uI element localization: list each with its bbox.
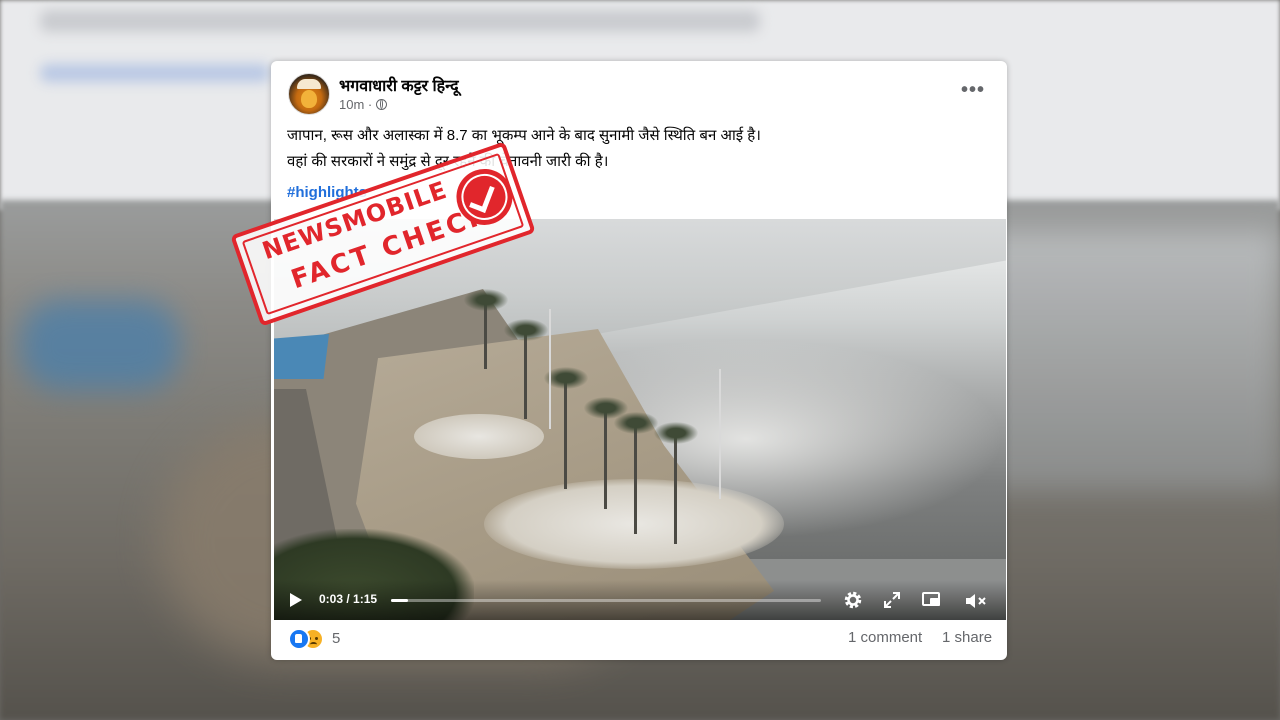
- reaction-count[interactable]: 5: [332, 630, 340, 647]
- post-card: भगवाधारी कट्टर हिन्दू 10m · ••• जापान, र…: [271, 61, 1007, 660]
- video-controls: 0:03 / 1:15: [274, 580, 1006, 620]
- video-palm-trunk: [634, 424, 637, 534]
- video-time: 0:03 / 1:15: [319, 592, 378, 606]
- video-palm-frond: [654, 422, 698, 444]
- background-blurred-link: [40, 64, 270, 82]
- picture-in-picture-icon[interactable]: [922, 592, 940, 606]
- author-name[interactable]: भगवाधारी कट्टर हिन्दू: [339, 74, 459, 96]
- video-progress-bar[interactable]: [391, 599, 821, 602]
- video-palm-frond: [464, 289, 508, 311]
- video-palm-frond: [614, 412, 658, 434]
- settings-icon[interactable]: [843, 590, 863, 610]
- like-reaction-icon[interactable]: [288, 628, 310, 650]
- post-time[interactable]: 10m ·: [339, 97, 372, 112]
- background-pool: [20, 300, 180, 390]
- post-meta: 10m ·: [339, 97, 388, 112]
- video-lamp-pole: [719, 369, 721, 499]
- post-footer: 5 1 comment 1 share: [271, 623, 1007, 660]
- video-progress-fill: [391, 599, 409, 602]
- caption-line-2: वहां की सरकारों ने समुंद्र से दूर रहने क…: [287, 153, 609, 170]
- video-palm-trunk: [564, 379, 567, 489]
- video-lamp-pole: [549, 309, 551, 429]
- comment-count-link[interactable]: 1 comment: [848, 629, 922, 646]
- background-blurred-text: [40, 10, 760, 32]
- video-palm-trunk: [604, 409, 607, 509]
- avatar[interactable]: [288, 73, 330, 115]
- avatar-face: [301, 90, 317, 108]
- video-palm-frond: [504, 319, 548, 341]
- fullscreen-icon[interactable]: [882, 590, 902, 610]
- video-water-wash: [414, 414, 544, 459]
- video-palm-trunk: [524, 329, 527, 419]
- more-options-button[interactable]: •••: [961, 79, 985, 102]
- video-pool: [274, 334, 329, 379]
- caption-line-1: जापान, रूस और अलास्का में 8.7 का भूकम्प …: [287, 127, 761, 144]
- post-caption: जापान, रूस और अलास्का में 8.7 का भूकम्प …: [287, 123, 987, 175]
- avatar-headwear: [297, 79, 321, 89]
- play-icon[interactable]: [290, 593, 302, 607]
- globe-icon: [376, 99, 388, 110]
- share-count-link[interactable]: 1 share: [942, 629, 992, 646]
- mute-icon[interactable]: [964, 592, 988, 610]
- video-palm-trunk: [674, 434, 677, 544]
